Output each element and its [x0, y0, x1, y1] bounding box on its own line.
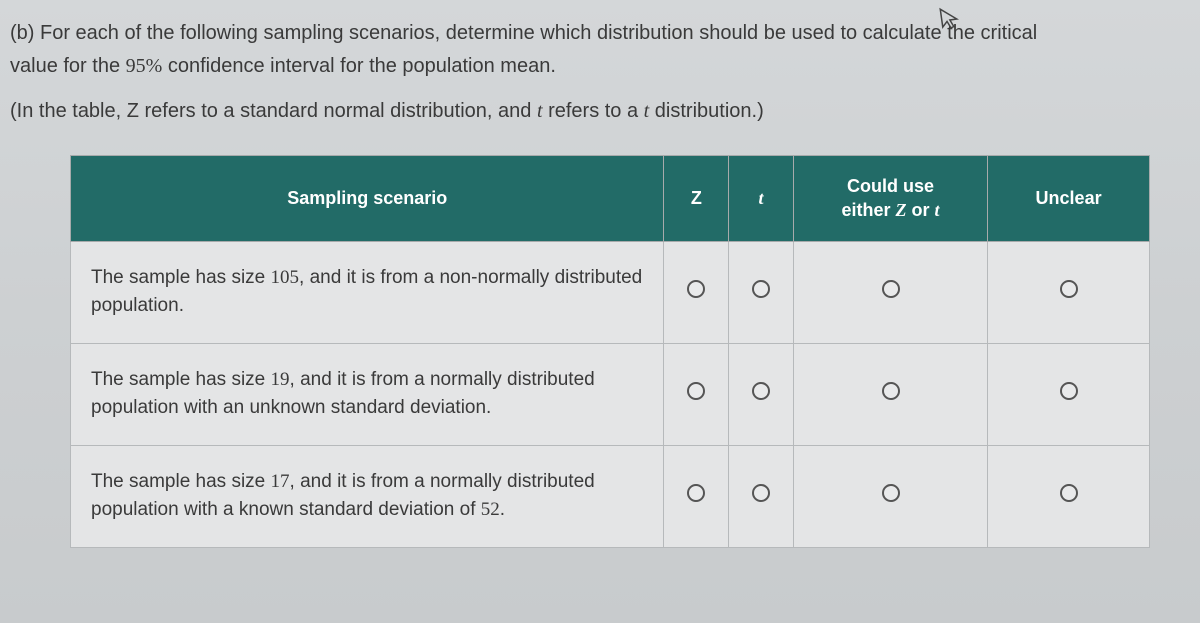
prompt-line3a: (In the table, Z refers to a standard no…: [10, 100, 537, 122]
option-r1-z[interactable]: [664, 241, 729, 343]
scenario-table-wrap: Sampling scenario Z t Could use either Z…: [70, 155, 1150, 548]
option-r1-either[interactable]: [793, 241, 987, 343]
scenario-text-1: The sample has size 105, and it is from …: [71, 241, 664, 343]
header-z: Z: [664, 156, 729, 242]
header-t: t: [729, 156, 794, 242]
option-r3-t[interactable]: [729, 445, 794, 547]
option-r2-unclear[interactable]: [988, 343, 1150, 445]
radio-icon: [687, 280, 705, 298]
prompt-line2a: value for the: [10, 55, 126, 77]
radio-icon: [882, 280, 900, 298]
confidence-level: 95%: [126, 55, 163, 77]
scenario-text-3: The sample has size 17, and it is from a…: [71, 445, 664, 547]
radio-icon: [687, 484, 705, 502]
radio-icon: [1060, 484, 1078, 502]
header-scenario: Sampling scenario: [71, 156, 664, 242]
table-row: The sample has size 17, and it is from a…: [71, 445, 1150, 547]
prompt-line1: (b) For each of the following sampling s…: [10, 22, 1037, 44]
radio-icon: [752, 382, 770, 400]
option-r1-t[interactable]: [729, 241, 794, 343]
header-either: Could use either Z or t: [793, 156, 987, 242]
radio-icon: [1060, 280, 1078, 298]
option-r2-z[interactable]: [664, 343, 729, 445]
header-unclear: Unclear: [988, 156, 1150, 242]
radio-icon: [1060, 382, 1078, 400]
option-r3-unclear[interactable]: [988, 445, 1150, 547]
scenario-table: Sampling scenario Z t Could use either Z…: [70, 155, 1150, 548]
table-header-row: Sampling scenario Z t Could use either Z…: [71, 156, 1150, 242]
option-r3-either[interactable]: [793, 445, 987, 547]
prompt-line3b: refers to a: [543, 100, 644, 122]
radio-icon: [882, 382, 900, 400]
table-row: The sample has size 105, and it is from …: [71, 241, 1150, 343]
radio-icon: [752, 484, 770, 502]
scenario-text-2: The sample has size 19, and it is from a…: [71, 343, 664, 445]
radio-icon: [752, 280, 770, 298]
option-r2-either[interactable]: [793, 343, 987, 445]
option-r1-unclear[interactable]: [988, 241, 1150, 343]
question-page: (b) For each of the following sampling s…: [0, 0, 1200, 623]
option-r3-z[interactable]: [664, 445, 729, 547]
radio-icon: [882, 484, 900, 502]
option-r2-t[interactable]: [729, 343, 794, 445]
prompt-line2b: confidence interval for the population m…: [162, 55, 556, 77]
prompt-line3c: distribution.): [649, 100, 764, 122]
question-prompt: (b) For each of the following sampling s…: [10, 18, 1190, 155]
table-row: The sample has size 19, and it is from a…: [71, 343, 1150, 445]
radio-icon: [687, 382, 705, 400]
